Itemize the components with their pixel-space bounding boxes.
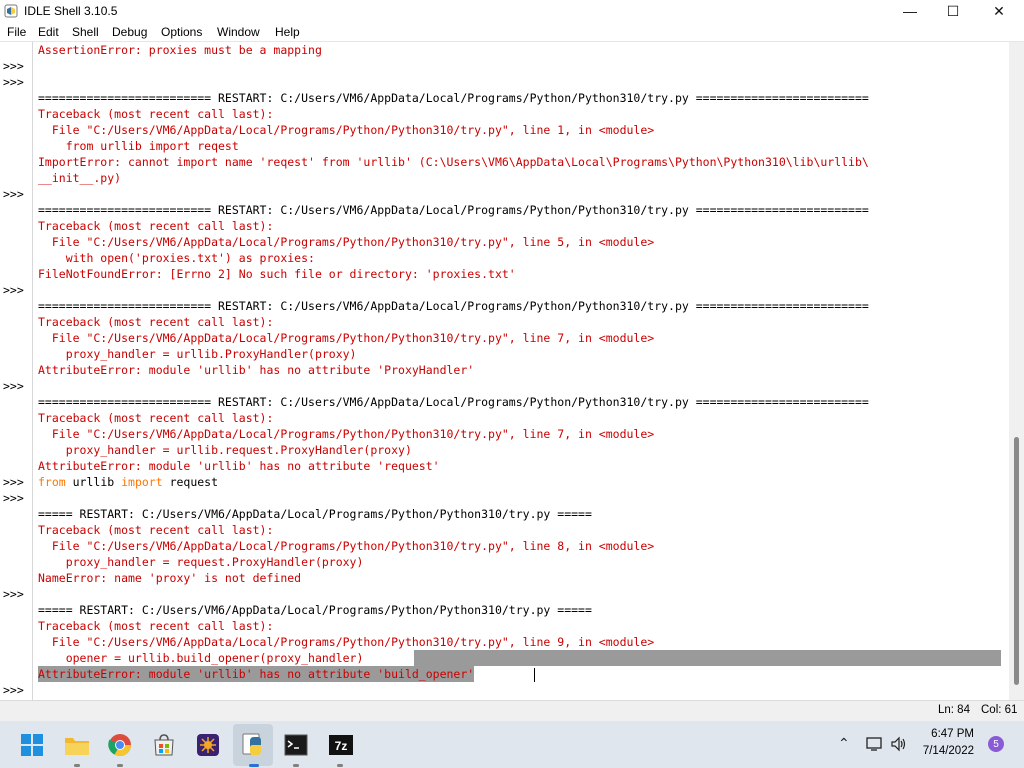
output-line: Traceback (most recent call last): [38,219,274,233]
output-line: File "C:/Users/VM6/AppData/Local/Program… [38,235,655,249]
selection-highlight [414,650,1001,666]
output-line: with open('proxies.txt') as proxies: [38,251,315,265]
output-line: File "C:/Users/VM6/AppData/Local/Program… [38,427,655,441]
output-line: Traceback (most recent call last): [38,619,274,633]
prompt: >>> [3,187,24,201]
maximize-button[interactable]: ☐ [930,0,976,22]
minimize-button[interactable]: — [887,0,933,22]
output-line: Traceback (most recent call last): [38,411,274,425]
output-line: NameError: name 'proxy' is not defined [38,571,302,585]
prompt: >>> [3,475,24,489]
menu-help[interactable]: Help [275,25,300,39]
prompt-gutter: >>> >>> >>> >>> >>> >>> >>> >>> >>> [0,42,33,700]
column-number: Col: 61 [981,704,1018,716]
window-title: IDLE Shell 3.10.5 [24,4,118,18]
clock-time[interactable]: 6:47 PM [912,728,974,740]
prompt: >>> [3,587,24,601]
output-line: __init__.py) [38,171,122,185]
network-icon[interactable] [866,736,884,757]
running-indicator [293,764,299,767]
store-icon[interactable] [150,731,178,759]
menu-options[interactable]: Options [161,25,202,39]
svg-text:7z: 7z [335,739,348,753]
terminal-icon[interactable] [282,731,310,759]
output-line: proxy_handler = request.ProxyHandler(pro… [38,555,364,569]
output-line: ===== RESTART: C:/Users/VM6/AppData/Loca… [38,603,592,617]
close-button[interactable]: ✕ [976,0,1022,22]
prompt: >>> [3,283,24,297]
prompt: >>> [3,491,24,505]
status-bar: Ln: 84 Col: 61 [0,700,1024,721]
output-line: AttributeError: module 'urllib' has no a… [38,363,475,377]
input-line: from urllib import request [38,474,218,490]
output-line: File "C:/Users/VM6/AppData/Local/Program… [38,539,655,553]
prompt: >>> [3,59,24,73]
menu-bar: File Edit Shell Debug Options Window Hel… [0,23,1024,42]
output-line: ImportError: cannot import name 'reqest'… [38,155,869,169]
scrollbar-thumb[interactable] [1014,437,1019,685]
prompt: >>> [3,75,24,89]
output-line: opener = urllib.build_opener(proxy_handl… [38,651,364,665]
running-indicator [337,764,343,767]
chevron-up-icon[interactable]: ⌃ [838,735,850,752]
clock-date[interactable]: 7/14/2022 [904,745,974,757]
output-line: ========================= RESTART: C:/Us… [38,299,869,313]
output-line: AssertionError: proxies must be a mappin… [38,43,322,57]
output-line: proxy_handler = urllib.ProxyHandler(prox… [38,347,357,361]
output-line: Traceback (most recent call last): [38,523,274,537]
output-line: ===== RESTART: C:/Users/VM6/AppData/Loca… [38,507,592,521]
shell-output[interactable]: >>> >>> >>> >>> >>> >>> >>> >>> >>> Asse… [0,42,1024,700]
chrome-icon[interactable] [106,731,134,759]
output-line: ========================= RESTART: C:/Us… [38,203,869,217]
menu-shell[interactable]: Shell [72,25,99,39]
output-line: from urllib import reqest [38,139,239,153]
line-number: Ln: 84 [938,704,970,716]
output-line: ========================= RESTART: C:/Us… [38,395,869,409]
start-icon[interactable] [18,731,46,759]
output-line-selected: AttributeError: module 'urllib' has no a… [38,666,475,682]
output-line: File "C:/Users/VM6/AppData/Local/Program… [38,635,655,649]
text-cursor [534,668,535,682]
taskbar: 7z ⌃ 6:47 PM 7/14/2022 5 [0,721,1024,768]
running-indicator [117,764,123,767]
idle-app-icon [4,4,18,18]
menu-debug[interactable]: Debug [112,25,147,39]
prompt: >>> [3,683,24,697]
notification-badge[interactable]: 5 [988,736,1004,752]
output-line: Traceback (most recent call last): [38,315,274,329]
prompt: >>> [3,379,24,393]
menu-edit[interactable]: Edit [38,25,59,39]
output-line: proxy_handler = urllib.request.ProxyHand… [38,443,412,457]
menu-file[interactable]: File [7,25,26,39]
vertical-scrollbar[interactable] [1009,42,1024,700]
keyword-import: import [121,475,163,489]
output-line: File "C:/Users/VM6/AppData/Local/Program… [38,331,655,345]
output-line: Traceback (most recent call last): [38,107,274,121]
menu-window[interactable]: Window [217,25,260,39]
python-idle-icon[interactable] [239,731,267,759]
7zip-icon[interactable]: 7z [327,731,355,759]
running-indicator [74,764,80,767]
output-line: FileNotFoundError: [Errno 2] No such fil… [38,267,516,281]
active-indicator [249,764,259,767]
output-line: File "C:/Users/VM6/AppData/Local/Program… [38,123,655,137]
app-icon[interactable] [194,731,222,759]
input-name: request [162,475,219,489]
output-line: AttributeError: module 'urllib' has no a… [38,459,440,473]
keyword-from: from [38,475,66,489]
input-module: urllib [65,475,122,489]
title-bar: IDLE Shell 3.10.5 — ☐ ✕ [0,0,1024,22]
output-line: ========================= RESTART: C:/Us… [38,91,869,105]
shell-text-area[interactable]: AssertionError: proxies must be a mappin… [38,42,1008,700]
file-explorer-icon[interactable] [63,731,91,759]
